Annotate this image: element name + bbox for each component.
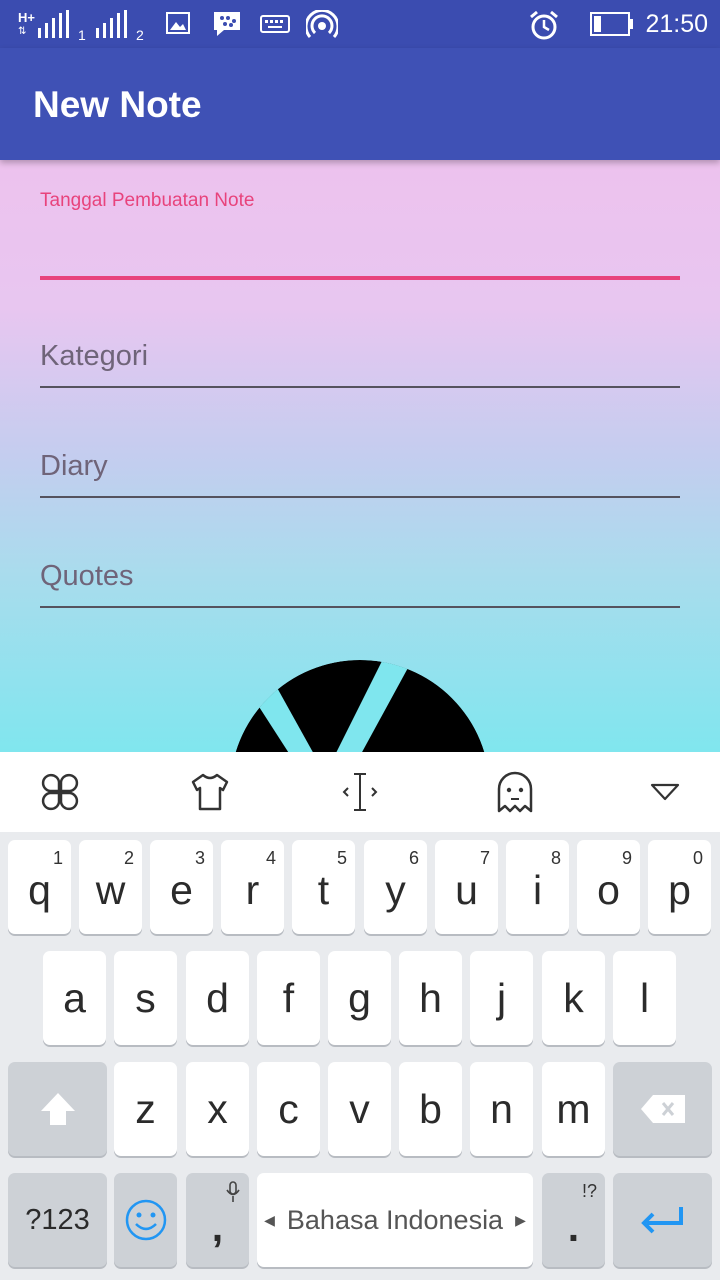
key-t[interactable]: 5t xyxy=(292,840,355,934)
clock: 21:50 xyxy=(645,9,708,38)
key-m[interactable]: m xyxy=(542,1062,605,1156)
key-r[interactable]: 4r xyxy=(221,840,284,934)
key-g[interactable]: g xyxy=(328,951,391,1045)
network-type-label: H+ xyxy=(18,10,35,25)
alarm-icon xyxy=(530,10,558,40)
shirt-icon[interactable] xyxy=(185,767,235,817)
shift-icon xyxy=(40,1093,75,1125)
date-field[interactable]: Tanggal Pembuatan Note xyxy=(40,190,680,280)
sim1-label: 1 xyxy=(78,27,86,43)
language-right-icon: ▶ xyxy=(515,1211,526,1228)
period-key[interactable]: !? . xyxy=(542,1173,605,1267)
key-z[interactable]: z xyxy=(114,1062,177,1156)
kategori-placeholder: Kategori xyxy=(40,340,149,372)
hotspot-icon xyxy=(306,10,338,38)
key-b[interactable]: b xyxy=(399,1062,462,1156)
diary-placeholder: Diary xyxy=(40,450,108,482)
enter-icon xyxy=(640,1207,683,1234)
status-bar: H+ ⇅ 1 2 21:50 xyxy=(0,0,720,48)
comma-key[interactable]: , xyxy=(186,1173,249,1267)
keyboard-notification-icon xyxy=(260,15,290,33)
keyboard: 1q 2w 3e 4r 5t 6y 7u 8i 9o 0p a s d f g … xyxy=(0,832,720,1280)
network-indicator: H+ ⇅ xyxy=(16,0,76,48)
ghost-icon[interactable] xyxy=(490,767,540,817)
key-n[interactable]: n xyxy=(470,1062,533,1156)
key-d[interactable]: d xyxy=(186,951,249,1045)
battery-icon xyxy=(590,12,633,36)
key-h[interactable]: h xyxy=(399,951,462,1045)
data-arrows-icon: ⇅ xyxy=(18,26,27,37)
key-y[interactable]: 6y xyxy=(364,840,427,934)
space-key[interactable]: ◀ Bahasa Indonesia ▶ xyxy=(257,1173,533,1267)
signal-icon xyxy=(38,10,69,38)
key-x[interactable]: x xyxy=(186,1062,249,1156)
key-f[interactable]: f xyxy=(257,951,320,1045)
signal2-icon xyxy=(96,10,127,38)
gallery-icon xyxy=(166,12,190,34)
key-s[interactable]: s xyxy=(114,951,177,1045)
clover-icon[interactable] xyxy=(35,767,85,817)
key-i[interactable]: 8i xyxy=(506,840,569,934)
key-o[interactable]: 9o xyxy=(577,840,640,934)
app-logo-icon xyxy=(230,660,490,752)
quotes-placeholder: Quotes xyxy=(40,560,134,592)
sim2-label: 2 xyxy=(136,27,144,43)
bbm-icon xyxy=(214,12,240,36)
key-v[interactable]: v xyxy=(328,1062,391,1156)
key-q[interactable]: 1q xyxy=(8,840,71,934)
key-k[interactable]: k xyxy=(542,951,605,1045)
enter-key[interactable] xyxy=(613,1173,712,1267)
symbols-key[interactable]: ?123 xyxy=(8,1173,107,1267)
emoji-key[interactable] xyxy=(114,1173,177,1267)
language-left-icon: ◀ xyxy=(264,1211,275,1228)
quotes-field[interactable]: Quotes xyxy=(40,560,680,608)
date-field-label: Tanggal Pembuatan Note xyxy=(40,190,255,211)
key-c[interactable]: c xyxy=(257,1062,320,1156)
key-e[interactable]: 3e xyxy=(150,840,213,934)
quotes-underline xyxy=(40,606,680,608)
key-l[interactable]: l xyxy=(613,951,676,1045)
diary-field[interactable]: Diary xyxy=(40,450,680,498)
key-p[interactable]: 0p xyxy=(648,840,711,934)
kategori-field[interactable]: Kategori xyxy=(40,340,680,388)
emoji-icon xyxy=(125,1199,166,1241)
page-title: New Note xyxy=(33,84,202,125)
kategori-underline xyxy=(40,386,680,388)
collapse-keyboard-icon[interactable] xyxy=(640,767,690,817)
cursor-icon[interactable] xyxy=(335,767,385,817)
diary-underline xyxy=(40,496,680,498)
key-w[interactable]: 2w xyxy=(79,840,142,934)
key-a[interactable]: a xyxy=(43,951,106,1045)
backspace-icon xyxy=(640,1095,685,1123)
date-field-underline xyxy=(40,276,680,280)
shift-key[interactable] xyxy=(8,1062,107,1156)
app-bar: New Note xyxy=(0,48,720,160)
keyboard-toolbar xyxy=(0,752,720,832)
backspace-key[interactable] xyxy=(613,1062,712,1156)
key-j[interactable]: j xyxy=(470,951,533,1045)
microphone-icon xyxy=(226,1181,240,1202)
key-u[interactable]: 7u xyxy=(435,840,498,934)
note-form: Tanggal Pembuatan Note Kategori Diary Qu… xyxy=(0,160,720,752)
